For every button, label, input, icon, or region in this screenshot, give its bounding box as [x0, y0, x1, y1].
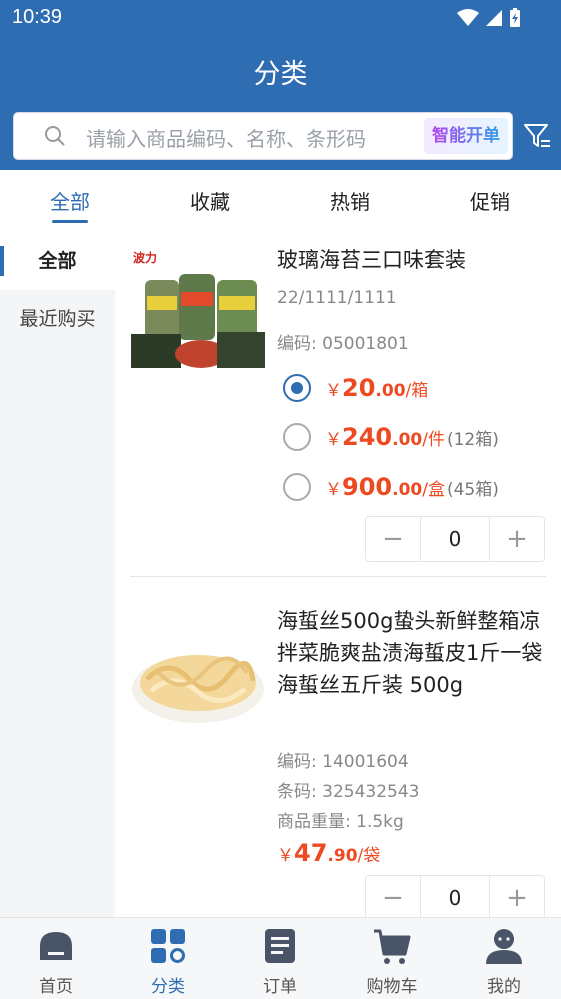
wifi-icon — [457, 9, 479, 26]
product-barcode: 条码: 325432543 — [277, 782, 420, 802]
product-code: 编码: 14001604 — [277, 752, 409, 772]
cart-icon — [374, 929, 411, 964]
bottom-nav: 首页 分类 订单 购物车 我的 — [0, 917, 561, 999]
tab-active-indicator — [52, 220, 88, 223]
nav-home[interactable]: 首页 — [0, 926, 112, 997]
search-icon — [45, 126, 65, 146]
brand-logo: 波力 — [133, 250, 157, 265]
price-pack-info: (45箱) — [446, 479, 499, 500]
sidebar-active-marker — [0, 246, 4, 276]
search-input[interactable]: 请输入商品编码、名称、条形码 智能开单 — [13, 112, 513, 160]
sidebar-item-all[interactable]: 全部 — [0, 232, 115, 290]
price-value: ￥20.00/箱 — [325, 374, 429, 402]
quantity-input[interactable]: 0 — [420, 876, 490, 917]
header-bar: 10:39 分类 请输入商品编码、名称、条形码 智能开单 — [0, 0, 561, 170]
signal-icon — [486, 10, 502, 26]
product-name[interactable]: 玻璃海苔三口味套装 — [277, 244, 547, 276]
price-option[interactable]: ￥900.00/盒 (45箱) — [283, 472, 499, 502]
tab-favorites[interactable]: 收藏 — [140, 186, 280, 215]
product-code: 编码: 05001801 — [277, 334, 409, 354]
quantity-input[interactable]: 0 — [420, 517, 490, 561]
decrement-button[interactable]: − — [366, 517, 420, 561]
category-tabs: 全部 收藏 热销 促销 — [0, 170, 561, 232]
nav-category[interactable]: 分类 — [112, 926, 224, 997]
increment-button[interactable]: + — [490, 876, 544, 917]
status-icons — [457, 8, 521, 28]
price-radio[interactable] — [283, 423, 311, 451]
search-placeholder: 请输入商品编码、名称、条形码 — [86, 127, 366, 151]
price-option[interactable]: ￥240.00/件 (12箱) — [283, 422, 499, 452]
nav-orders[interactable]: 订单 — [224, 926, 336, 997]
status-bar: 10:39 — [0, 0, 561, 38]
product-card: 波力 玻璃海苔三口味套装 22/1111/1111 编码: 05001801 ￥… — [115, 232, 561, 576]
product-image[interactable]: 波力 — [129, 246, 267, 376]
increment-button[interactable]: + — [490, 517, 544, 561]
price-value: ￥240.00/件 — [325, 423, 445, 451]
quantity-stepper: − 0 + — [365, 516, 545, 562]
product-weight: 商品重量: 1.5kg — [277, 812, 404, 832]
profile-icon — [486, 929, 522, 964]
sidebar-item-label: 全部 — [38, 250, 77, 272]
home-icon — [40, 932, 72, 960]
sidebar-item-recent[interactable]: 最近购买 — [0, 290, 115, 348]
price-radio[interactable] — [283, 374, 311, 402]
filter-icon[interactable] — [523, 122, 551, 150]
product-price: ￥47.90/袋 — [277, 839, 381, 867]
category-icon — [151, 929, 185, 963]
product-spec: 22/1111/1111 — [277, 288, 397, 308]
tab-hot[interactable]: 热销 — [280, 186, 420, 215]
price-radio[interactable] — [283, 473, 311, 501]
sidebar: 全部 最近购买 — [0, 232, 115, 917]
smart-order-button[interactable]: 智能开单 — [424, 118, 508, 154]
order-icon — [265, 929, 295, 963]
price-option[interactable]: ￥20.00/箱 — [283, 373, 430, 403]
quantity-stepper: − 0 + — [365, 875, 545, 917]
product-image[interactable] — [129, 617, 267, 747]
battery-icon — [510, 8, 520, 27]
sidebar-item-label: 最近购买 — [19, 308, 96, 330]
page-title: 分类 — [253, 59, 308, 90]
nav-cart[interactable]: 购物车 — [336, 926, 448, 997]
tab-promotion[interactable]: 促销 — [420, 186, 560, 215]
nav-profile[interactable]: 我的 — [448, 926, 560, 997]
decrement-button[interactable]: − — [366, 876, 420, 917]
status-time: 10:39 — [12, 6, 63, 28]
product-card: 海蜇丝500g蛰头新鲜整箱凉拌菜脆爽盐渍海蜇皮1斤一袋海蜇丝五斤装 500g 编… — [115, 577, 561, 917]
tab-all[interactable]: 全部 — [0, 186, 140, 215]
product-name[interactable]: 海蜇丝500g蛰头新鲜整箱凉拌菜脆爽盐渍海蜇皮1斤一袋海蜇丝五斤装 500g — [277, 605, 547, 701]
price-pack-info: (12箱) — [446, 429, 499, 450]
price-value: ￥900.00/盒 — [325, 473, 445, 501]
